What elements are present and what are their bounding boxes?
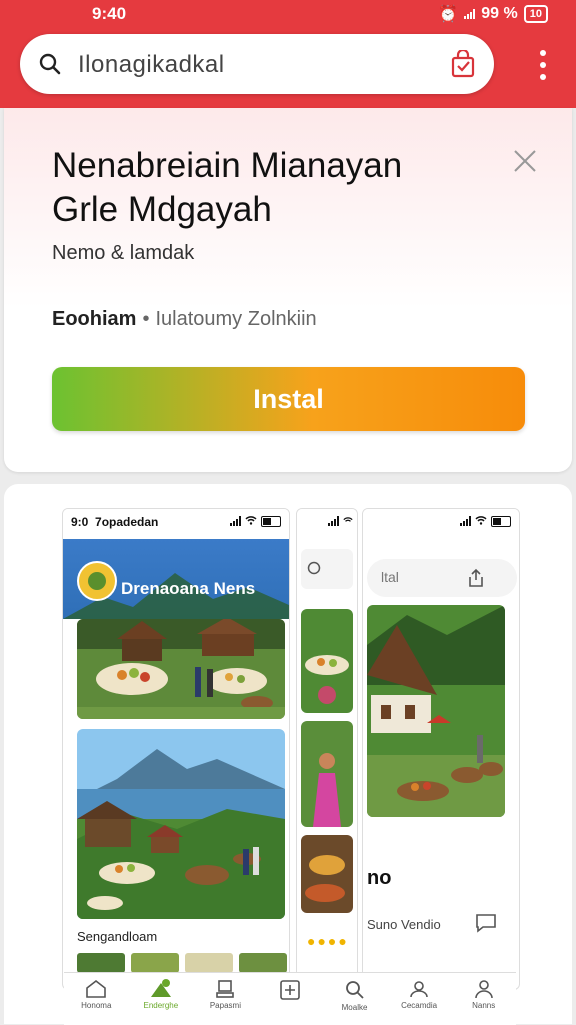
search-text: ltal [381,569,399,585]
thumbnail [131,953,179,973]
bottom-navigation: Honoma Enderghe Papasmi Moalke Cecamdia … [64,972,516,1025]
chat-icon[interactable] [475,913,497,938]
developer-name[interactable]: Eoohiam [52,308,136,330]
person-photo [301,721,353,827]
village-photo [77,619,285,719]
battery-percent: 99 % [481,5,518,22]
nav-item-home[interactable]: Honoma [71,973,121,1025]
screenshot-banner: Drenaoana Nens [63,539,289,619]
nav-item-add[interactable] [265,973,315,1025]
search-icon [38,52,62,81]
signal-icon [460,516,471,526]
search-icon [307,561,321,575]
mountain-lake-photo [77,729,285,919]
close-icon[interactable] [512,148,538,179]
screenshot-status-bar: 9:0 7opadedan [63,509,289,535]
profile-icon [474,980,493,999]
wifi-icon [475,514,487,528]
nav-item-community[interactable]: Cecamdia [394,973,444,1025]
thumbnail [185,953,233,973]
search-bar[interactable]: Ilonagikadkal [20,34,494,94]
kebab-icon[interactable] [540,50,548,80]
banner-title: Drenaoana Nens [121,579,256,598]
nav-item-profile[interactable]: Nanns [459,973,509,1025]
wifi-icon [343,514,353,528]
battery-icon: 10 [523,5,548,23]
app-category[interactable]: Iulatoumy Zolnkiin [155,308,316,330]
signal-icon [464,9,476,19]
signal-icon [230,516,241,526]
status-time: 9:40 [92,4,127,23]
screenshot-time: 9:0 7opadedan [71,515,159,529]
app-title: Nenabreiain Mianayan Grle Mdgayah [52,146,403,229]
screenshot-3[interactable]: ltal no Suno Vendio [362,508,520,990]
app-info-card: Nenabreiain Mianayan Grle Mdgayah Nemo &… [4,108,572,472]
thumbnail [239,953,287,973]
app-logo [77,561,117,601]
nav-item-papasmi[interactable]: Papasmi [200,973,250,1025]
install-button[interactable]: Instal [52,367,525,431]
screenshot-2[interactable]: ●●●● [296,508,358,980]
home-icon [86,979,107,998]
search-field[interactable]: ltal [367,559,517,597]
nav-item-search[interactable]: Moalke [330,973,380,1025]
thumbnail-strip [77,953,287,973]
screenshot-1[interactable]: 9:0 7opadedan Drenaoana Nens Sengandloam [62,508,290,990]
app-meta: Eoohiam • Iulatoumy Zolnkiin [52,308,317,331]
screenshot-subtext: Suno Vendio [367,917,441,932]
battery-icon [491,515,511,527]
alarm-icon: ⏰ [438,6,459,23]
add-icon [280,980,300,1000]
nav-item-enderghe[interactable]: Enderghe [136,973,186,1025]
screenshot-caption: Sengandloam [77,929,158,944]
screenshots-card: 9:0 7opadedan Drenaoana Nens Sengandloam… [4,484,572,1024]
people-icon [410,981,428,998]
share-icon[interactable] [467,568,485,593]
app-subtitle: Nemo & lamdak [52,242,195,264]
food-photo [301,609,353,713]
signal-icon [328,516,339,526]
rating-dots: ●●●● [307,933,349,949]
document-icon [216,980,235,998]
battery-icon [261,515,281,527]
search-field[interactable] [301,549,353,589]
app-header: 9:40 ⏰ 99 % 10 Ilonagikadkal [0,0,576,108]
leaf-icon [150,979,171,997]
screenshot-status-bar [363,509,519,535]
screenshot-status-bar [297,509,357,535]
house-photo [367,605,505,817]
fruit-photo [301,835,353,913]
search-icon [345,981,364,999]
shopping-bag-icon[interactable] [450,48,476,83]
meta-separator: • [142,308,150,330]
status-icons: ⏰ 99 % 10 [438,4,548,24]
wifi-icon [245,514,257,528]
search-input[interactable]: Ilonagikadkal [78,51,225,79]
screenshot-heading: no [367,867,392,889]
thumbnail [77,953,125,973]
